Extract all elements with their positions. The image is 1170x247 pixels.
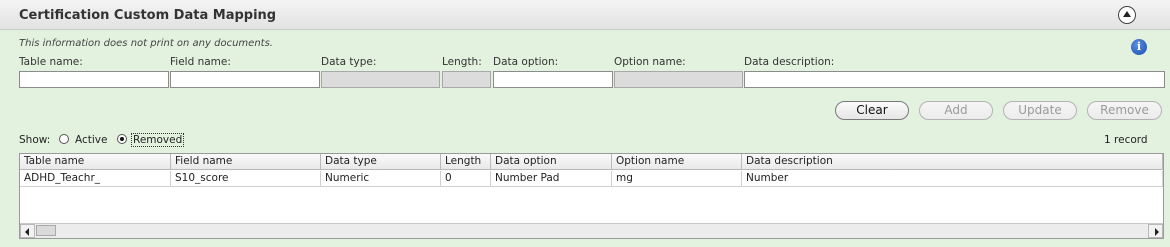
arrow-left-icon[interactable] [20,224,35,238]
col-header-table-name[interactable]: Table name [20,154,171,170]
field-name-label: Field name: [170,56,231,68]
active-radio-label[interactable]: Active [75,134,107,146]
data-description-input[interactable] [744,71,1165,88]
col-header-field-name[interactable]: Field name [171,154,321,170]
data-description-label: Data description: [744,56,835,68]
table-row-cell-data-type[interactable]: Numeric [321,171,441,187]
chevron-up-circle-icon[interactable] [1118,6,1136,24]
remove-button[interactable]: Remove [1087,101,1162,120]
arrow-right-icon[interactable] [1148,224,1163,238]
table-row-cell-length[interactable]: 0 [441,171,491,187]
table-row-cell-option-name[interactable]: mg [612,171,742,187]
removed-radio[interactable] [117,134,127,144]
add-button[interactable]: Add [919,101,993,120]
info-icon[interactable]: i [1131,39,1147,55]
field-name-input[interactable] [170,71,320,88]
removed-radio-label[interactable]: Removed [130,133,185,147]
table-row-cell-table-name[interactable]: ADHD_Teachr_ [20,171,171,187]
scrollbar-thumb[interactable] [36,225,56,236]
table-name-label: Table name: [19,56,83,68]
length-field [442,71,491,88]
table-name-input[interactable] [19,71,169,88]
show-label: Show: [19,134,51,146]
table-row-cell-field-name[interactable]: S10_score [171,171,321,187]
data-type-field [321,71,440,88]
data-type-label: Data type: [321,56,377,68]
col-header-length[interactable]: Length [441,154,491,170]
col-header-data-description[interactable]: Data description [742,154,1163,170]
horizontal-scrollbar[interactable] [20,223,1163,238]
table-row-cell-data-option[interactable]: Number Pad [491,171,612,187]
data-option-label: Data option: [493,56,559,68]
col-header-data-type[interactable]: Data type [321,154,441,170]
data-grid[interactable]: Table name Field name Data type Length D… [19,153,1164,239]
col-header-option-name[interactable]: Option name [612,154,742,170]
option-name-label: Option name: [614,56,686,68]
print-note: This information does not print on any d… [19,38,273,49]
option-name-field [614,71,743,88]
active-radio[interactable] [59,134,69,144]
col-header-data-option[interactable]: Data option [491,154,612,170]
length-label: Length: [442,56,482,68]
section-title: Certification Custom Data Mapping [19,8,277,23]
clear-button[interactable]: Clear [835,101,909,120]
data-option-input[interactable] [493,71,613,88]
update-button[interactable]: Update [1003,101,1077,120]
record-count: 1 record [1104,134,1148,146]
table-row-cell-data-description[interactable]: Number [742,171,1163,187]
section-header: Certification Custom Data Mapping [0,0,1170,30]
